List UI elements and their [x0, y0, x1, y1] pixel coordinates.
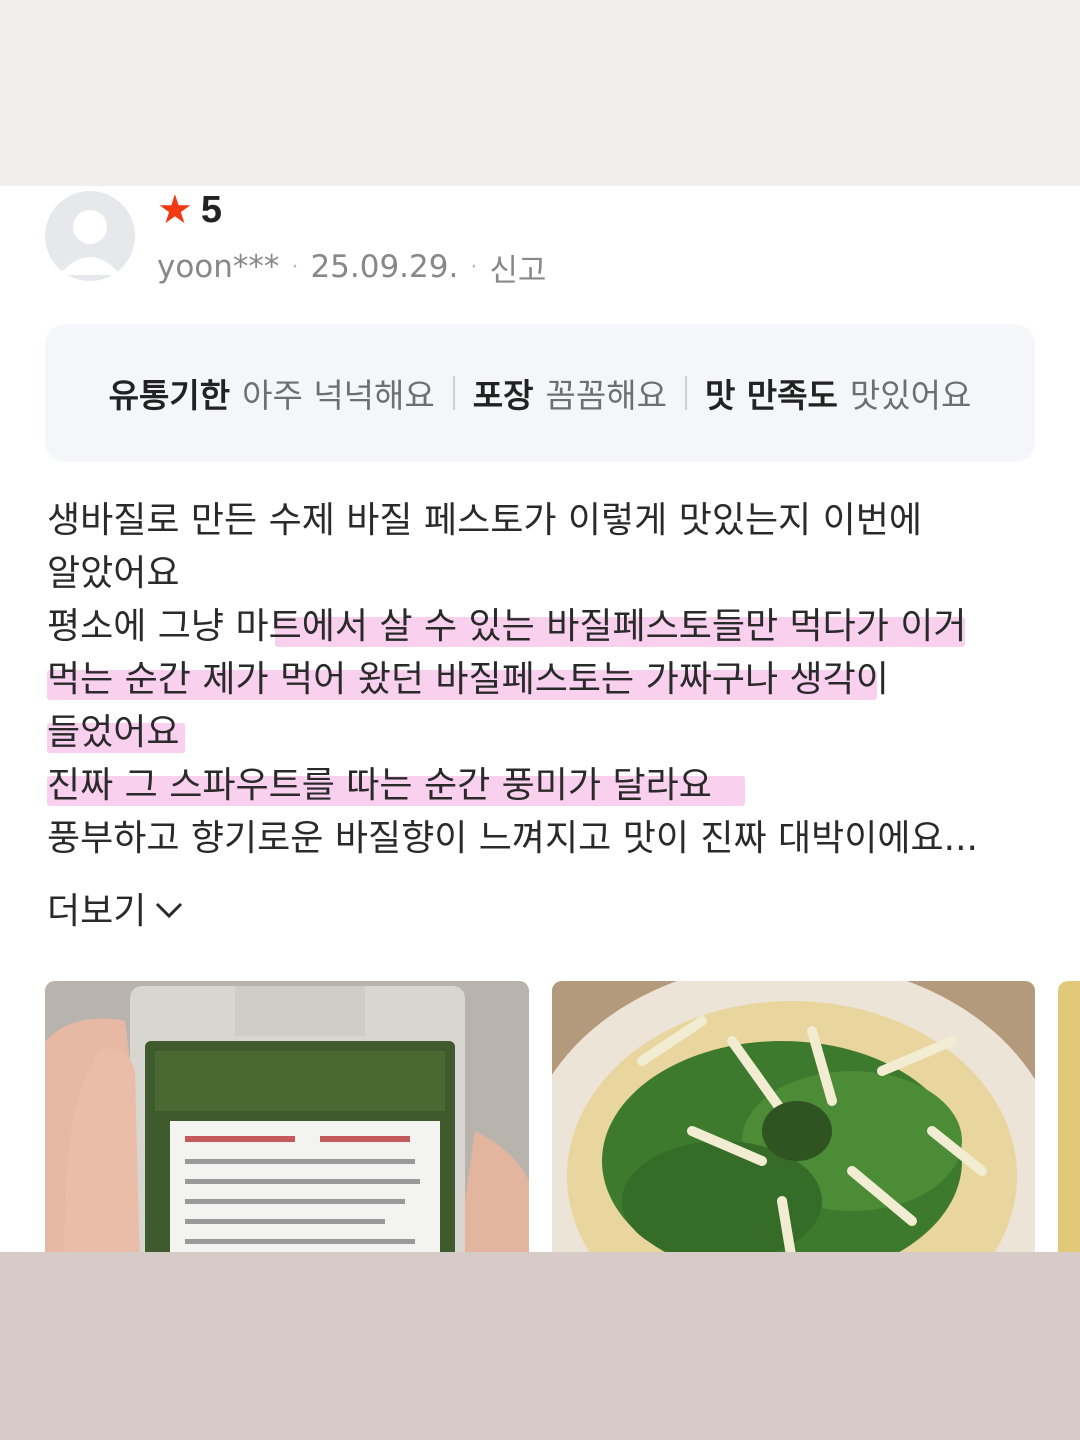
- option-value-packaging: 꼼꼼해요: [545, 376, 667, 415]
- more-button[interactable]: 더보기: [47, 882, 184, 934]
- review-line: 생바질로 만든 수제 바질 페스토가 이렇게 맛있는지 이번에: [47, 500, 922, 541]
- more-label: 더보기: [47, 891, 147, 932]
- option-divider: [452, 376, 455, 410]
- review-line: 풍부하고 향기로운 바질향이 느껴지고 맛이 진짜 대박이에요...: [47, 818, 978, 859]
- chevron-down-icon: [154, 888, 184, 929]
- review-text: 생바질로 만든 수제 바질 페스토가 이렇게 맛있는지 이번에 알았어요 평소에…: [47, 494, 1037, 865]
- option-value-taste: 맛있어요: [849, 376, 972, 415]
- report-link[interactable]: 신고: [489, 245, 546, 290]
- review-options-box: 유통기한 아주 넉넉해요 포장 꼼꼼해요 맛 만족도 맛있어요: [45, 324, 1035, 462]
- review-date: 25.09.29.: [310, 249, 459, 285]
- review-line: 평소에 그냥 마트에서 살 수 있는 바질페스토들만 먹다가 이거: [47, 606, 967, 647]
- review-meta: yoon*** · 25.09.29. · 신고: [157, 244, 546, 290]
- rating-value: 5: [200, 188, 222, 231]
- option-value-expiry: 아주 넉넉해요: [242, 376, 435, 415]
- star-icon: ★: [157, 187, 193, 233]
- separator-dot: ·: [470, 254, 478, 280]
- reviewer-name: yoon***: [157, 249, 280, 285]
- review-line: 진짜 그 스파우트를 따는 순간 풍미가 달라요: [47, 759, 1037, 812]
- bottom-background: [0, 1252, 1080, 1440]
- review-card: ★ 5 yoon*** · 25.09.29. · 신고 유통기한 아주 넉넉해…: [0, 186, 1080, 1252]
- option-key-packaging: 포장: [472, 376, 534, 415]
- review-photo-partial[interactable]: [1058, 981, 1080, 1252]
- option-key-expiry: 유통기한: [108, 376, 231, 415]
- review-photo-pasta-dish[interactable]: [552, 981, 1035, 1252]
- option-key-taste: 맛 만족도: [704, 376, 838, 415]
- review-line: 들었어요: [47, 706, 1037, 759]
- default-avatar-icon[interactable]: [45, 191, 135, 281]
- top-background: [0, 0, 1080, 186]
- option-divider: [684, 376, 687, 410]
- separator-dot: ·: [291, 254, 299, 280]
- review-line: 알았어요: [47, 553, 180, 594]
- review-line: 먹는 순간 제가 먹어 왔던 바질페스토는 가짜구나 생각이: [47, 659, 889, 700]
- review-photo-product-pouch[interactable]: [45, 981, 529, 1252]
- rating: ★ 5: [157, 186, 222, 234]
